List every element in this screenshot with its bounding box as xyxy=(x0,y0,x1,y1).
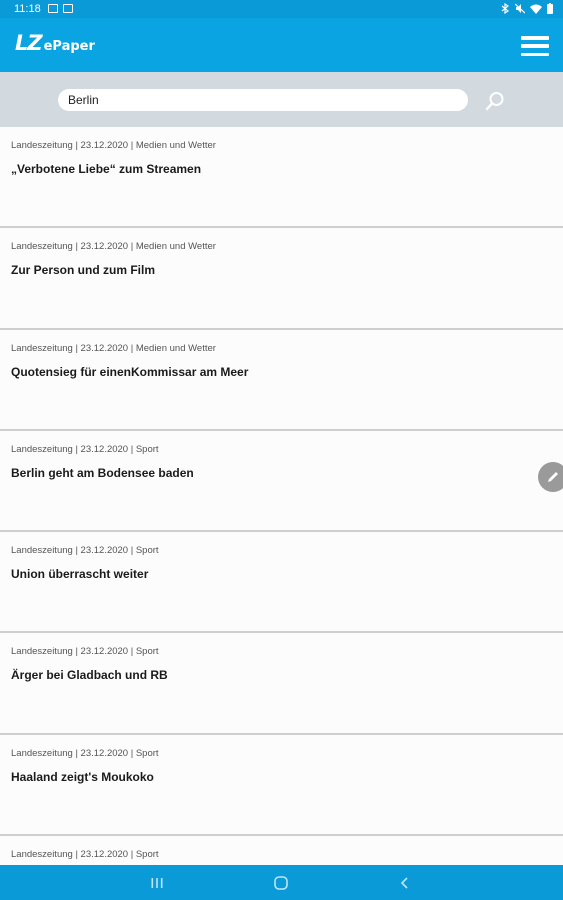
list-item[interactable]: Landeszeitung | 23.12.2020 | Medien und … xyxy=(0,228,563,330)
recent-apps-button[interactable] xyxy=(147,873,167,893)
result-title: „Verbotene Liebe“ zum Streamen xyxy=(11,162,202,176)
result-title: Zur Person und zum Film xyxy=(11,263,156,278)
pencil-icon xyxy=(548,472,558,482)
search-results-list: Landeszeitung | 23.12.2020 | Medien und … xyxy=(0,127,563,865)
result-title: Union überrascht weiter xyxy=(11,567,149,582)
battery-icon xyxy=(547,3,553,14)
logo-lz-text: LZ xyxy=(15,31,43,55)
system-nav-bar xyxy=(0,865,563,900)
list-item[interactable]: Landeszeitung | 23.12.2020 | Sport Berli… xyxy=(0,430,563,533)
search-bar xyxy=(0,72,563,127)
search-button[interactable] xyxy=(484,90,506,112)
home-icon xyxy=(274,876,288,890)
result-title: Berlin geht am Bodensee baden xyxy=(11,465,194,480)
result-meta: Landeszeitung | 23.12.2020 | Sport xyxy=(11,747,159,759)
result-meta: Landeszeitung | 23.12.2020 | Sport xyxy=(11,545,159,557)
mute-icon xyxy=(515,3,525,14)
back-button[interactable] xyxy=(395,873,415,893)
list-item[interactable]: Landeszeitung | 23.12.2020 | Sport xyxy=(0,836,563,865)
search-icon xyxy=(485,92,504,111)
back-icon xyxy=(400,877,408,889)
status-bar: 11:18 xyxy=(0,0,563,18)
result-meta: Landeszeitung | 23.12.2020 | Medien und … xyxy=(11,140,216,151)
home-button[interactable] xyxy=(271,873,291,893)
logo-epaper-text: ePaper xyxy=(43,39,95,54)
list-item[interactable]: Landeszeitung | 23.12.2020 | Sport Haala… xyxy=(0,734,563,837)
hamburger-menu-icon[interactable] xyxy=(521,36,549,56)
result-meta: Landeszeitung | 23.12.2020 | Sport xyxy=(11,443,159,455)
notification-icons xyxy=(48,4,73,13)
list-item[interactable]: Landeszeitung | 23.12.2020 | Medien und … xyxy=(0,329,563,431)
menu-line xyxy=(521,36,549,40)
result-title: Ärger bei Gladbach und RB xyxy=(11,668,168,683)
bluetooth-icon xyxy=(501,3,510,14)
system-status-icons xyxy=(501,3,553,14)
list-item[interactable]: Landeszeitung | 23.12.2020 | Sport Ärger… xyxy=(0,633,563,735)
result-meta: Landeszeitung | 23.12.2020 | Medien und … xyxy=(11,342,216,354)
result-meta: Landeszeitung | 23.12.2020 | Medien und … xyxy=(11,241,216,253)
search-input[interactable] xyxy=(58,89,468,111)
wifi-icon xyxy=(530,4,542,14)
result-meta: Landeszeitung | 23.12.2020 | Sport xyxy=(11,849,159,861)
list-item[interactable]: Landeszeitung | 23.12.2020 | Sport Union… xyxy=(0,532,563,634)
menu-line xyxy=(521,52,549,56)
list-item[interactable]: Landeszeitung | 23.12.2020 | Medien und … xyxy=(0,127,563,229)
status-time: 11:18 xyxy=(14,3,41,15)
result-title: Quotensieg für einenKommissar am Meer xyxy=(11,364,249,379)
gallery-notification-icon xyxy=(48,4,58,13)
menu-line xyxy=(521,44,549,48)
lz-epaper-logo: LZ ePaper xyxy=(15,31,95,55)
edit-button[interactable] xyxy=(538,462,563,492)
result-meta: Landeszeitung | 23.12.2020 | Sport xyxy=(11,646,159,658)
app-notification-icon xyxy=(63,4,73,13)
app-header: LZ ePaper xyxy=(0,18,563,72)
result-title: Haaland zeigt's Moukoko xyxy=(11,769,154,784)
recent-apps-icon xyxy=(151,878,163,888)
